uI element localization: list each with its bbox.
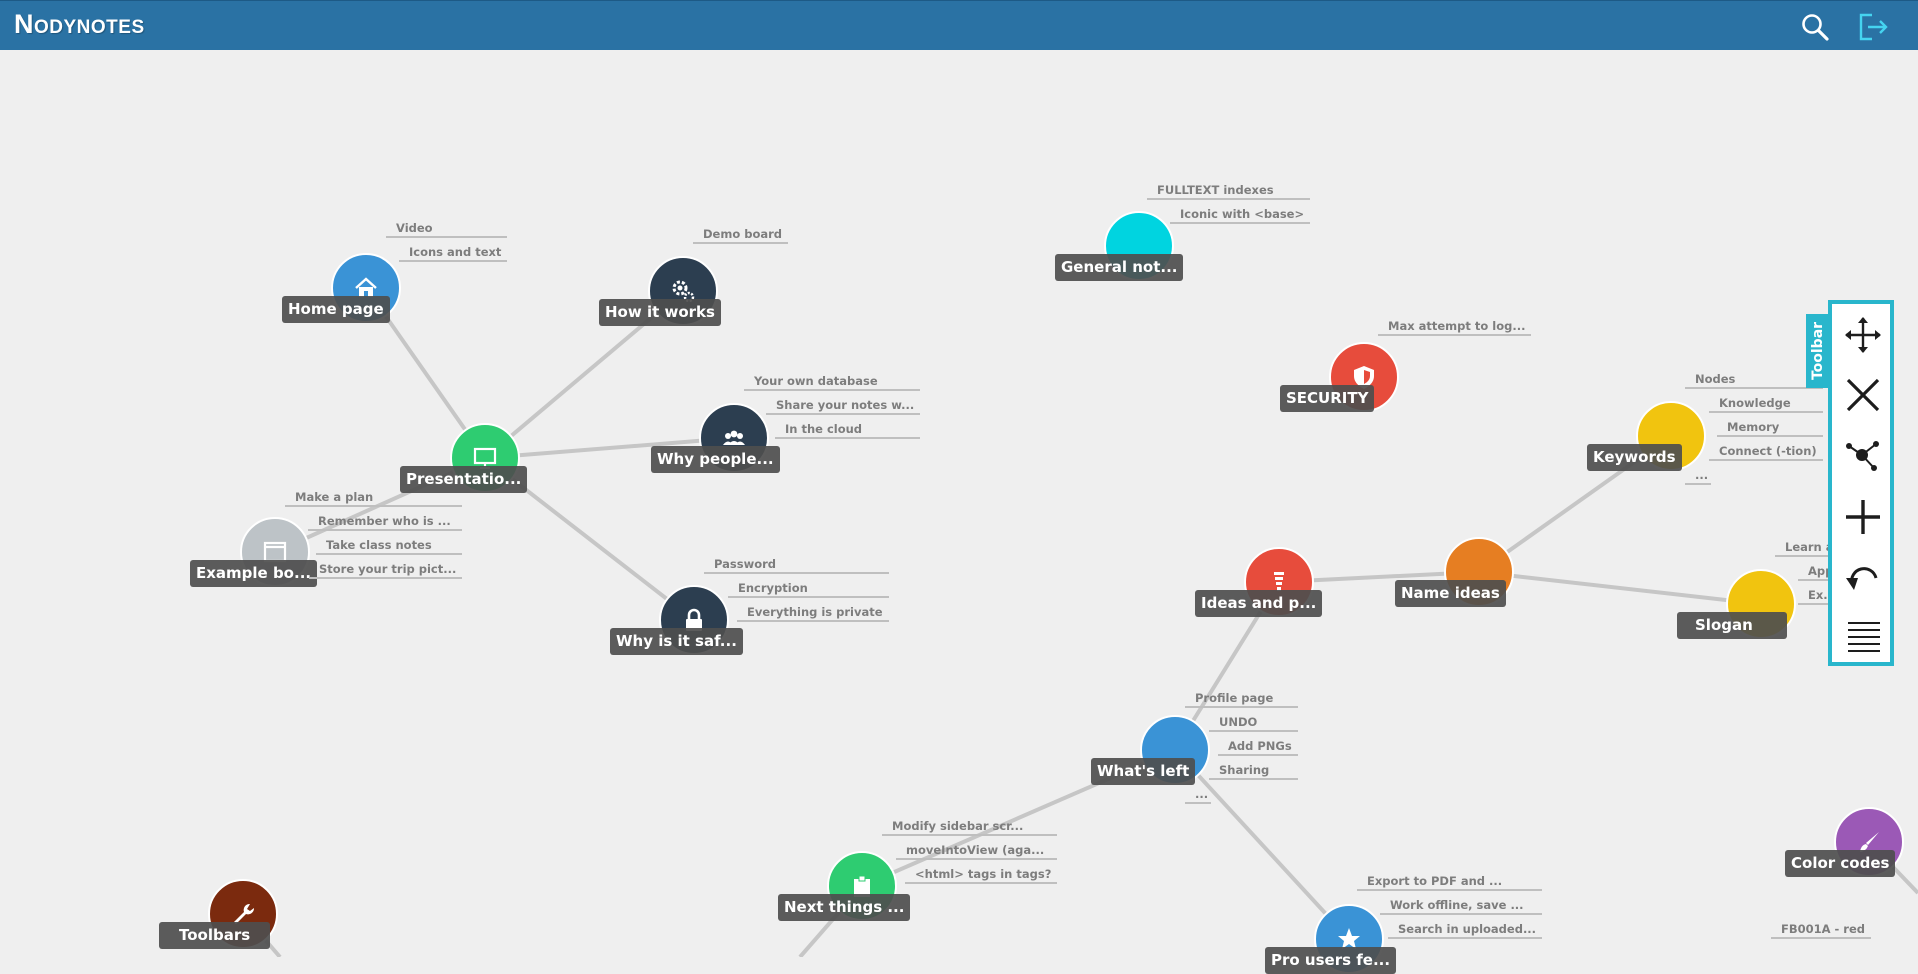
tag[interactable]: Take class notes bbox=[316, 538, 463, 555]
node-label[interactable]: Ideas and p... bbox=[1195, 590, 1323, 617]
node-label[interactable]: Slogan bbox=[1677, 612, 1787, 639]
tag[interactable]: Sharing bbox=[1209, 763, 1298, 780]
add-icon[interactable] bbox=[1842, 496, 1884, 538]
tag[interactable]: UNDO bbox=[1209, 715, 1298, 732]
node-tags: Password Encryption Everything is privat… bbox=[704, 557, 889, 629]
node-label[interactable]: Why is it saf... bbox=[610, 628, 743, 655]
node-tags: Video Icons and text bbox=[386, 221, 508, 269]
node-label[interactable]: Pro users fe... bbox=[1265, 947, 1397, 974]
node-label[interactable]: How it works bbox=[599, 299, 721, 326]
app-logo[interactable]: Nodynotes bbox=[14, 9, 145, 40]
tag[interactable]: Connect (-tion) bbox=[1709, 444, 1823, 461]
tag[interactable]: Iconic with <base> bbox=[1170, 207, 1311, 224]
tag[interactable]: Memory bbox=[1717, 420, 1823, 437]
tag[interactable]: Export to PDF and ... bbox=[1357, 874, 1543, 891]
tag[interactable]: In the cloud bbox=[775, 422, 921, 439]
tag[interactable]: FB001A - red bbox=[1771, 922, 1872, 939]
node-tags: Max attempt to log... bbox=[1378, 319, 1532, 343]
node-label[interactable]: Keywords bbox=[1587, 444, 1682, 471]
node-tags: Export to PDF and ... Work offline, save… bbox=[1357, 874, 1543, 946]
node-label[interactable]: General not... bbox=[1055, 254, 1184, 281]
tag[interactable]: Knowledge bbox=[1709, 396, 1823, 413]
list-icon[interactable] bbox=[1842, 614, 1884, 656]
node-label[interactable]: Toolbars bbox=[159, 922, 271, 949]
toolbar-tab-label: Toolbar bbox=[1810, 321, 1826, 381]
tag[interactable]: Demo board bbox=[693, 227, 789, 244]
tag[interactable]: moveIntoView (aga... bbox=[896, 843, 1058, 860]
search-icon[interactable] bbox=[1800, 12, 1830, 42]
node-label[interactable]: Home page bbox=[282, 296, 390, 323]
node-tags: Profile page UNDO Add PNGs Sharing ... bbox=[1185, 691, 1298, 811]
board-canvas[interactable]: Home page Video Icons and text How it wo… bbox=[0, 50, 1918, 974]
connect-icon[interactable] bbox=[1842, 434, 1884, 476]
node-label[interactable]: Presentatio... bbox=[400, 466, 528, 493]
tag[interactable]: Video bbox=[386, 221, 508, 238]
node-label[interactable]: Why people... bbox=[651, 446, 780, 473]
node-label[interactable]: SECURITY bbox=[1280, 385, 1375, 412]
node-tags: FB001A - red bbox=[1771, 922, 1872, 946]
undo-icon[interactable] bbox=[1842, 556, 1884, 598]
tag[interactable]: Password bbox=[704, 557, 889, 574]
tag[interactable]: Share your notes w... bbox=[766, 398, 921, 415]
tag[interactable]: Work offline, save ... bbox=[1380, 898, 1543, 915]
node-tags: Nodes Knowledge Memory Connect (-tion) .… bbox=[1685, 372, 1823, 492]
tag[interactable]: Everything is private bbox=[737, 605, 889, 622]
tag[interactable]: Make a plan bbox=[285, 490, 463, 507]
logout-icon[interactable] bbox=[1858, 12, 1890, 42]
node-label[interactable]: Name ideas bbox=[1395, 580, 1506, 607]
node-tags: Make a plan Remember who is ... Take cla… bbox=[285, 490, 463, 586]
tag[interactable]: Encryption bbox=[728, 581, 889, 598]
tag[interactable]: ... bbox=[1685, 468, 1711, 485]
tag[interactable]: Your own database bbox=[744, 374, 921, 391]
node-tags: Demo board bbox=[693, 227, 789, 251]
move-icon[interactable] bbox=[1842, 314, 1884, 356]
tag[interactable]: Max attempt to log... bbox=[1378, 319, 1532, 336]
tag[interactable]: <html> tags in tags? bbox=[905, 867, 1058, 884]
node-label[interactable]: Next things ... bbox=[778, 894, 911, 921]
node-label[interactable]: What's left bbox=[1091, 758, 1196, 785]
tag[interactable]: Store your trip pict... bbox=[309, 562, 463, 579]
tag[interactable]: Nodes bbox=[1685, 372, 1823, 389]
top-bar: Nodynotes bbox=[0, 0, 1918, 50]
node-tags: Your own database Share your notes w... … bbox=[744, 374, 921, 446]
tag[interactable]: Add PNGs bbox=[1218, 739, 1298, 756]
delete-icon[interactable] bbox=[1842, 374, 1884, 416]
tag[interactable]: Modify sidebar scr... bbox=[882, 819, 1058, 836]
node-label[interactable]: Color codes bbox=[1785, 850, 1896, 877]
toolbar-panel bbox=[1828, 300, 1894, 666]
tag[interactable]: Remember who is ... bbox=[308, 514, 463, 531]
node-tags: Modify sidebar scr... moveIntoView (aga.… bbox=[882, 819, 1058, 891]
tag[interactable]: Search in uploaded... bbox=[1388, 922, 1543, 939]
tag[interactable]: Profile page bbox=[1185, 691, 1298, 708]
tag[interactable]: FULLTEXT indexes bbox=[1147, 183, 1311, 200]
node-tags: FULLTEXT indexes Iconic with <base> bbox=[1147, 183, 1311, 231]
toolbar-tab[interactable]: Toolbar bbox=[1806, 314, 1830, 388]
tag[interactable]: ... bbox=[1185, 787, 1211, 804]
edge bbox=[1478, 570, 1762, 606]
tag[interactable]: Icons and text bbox=[399, 245, 508, 262]
